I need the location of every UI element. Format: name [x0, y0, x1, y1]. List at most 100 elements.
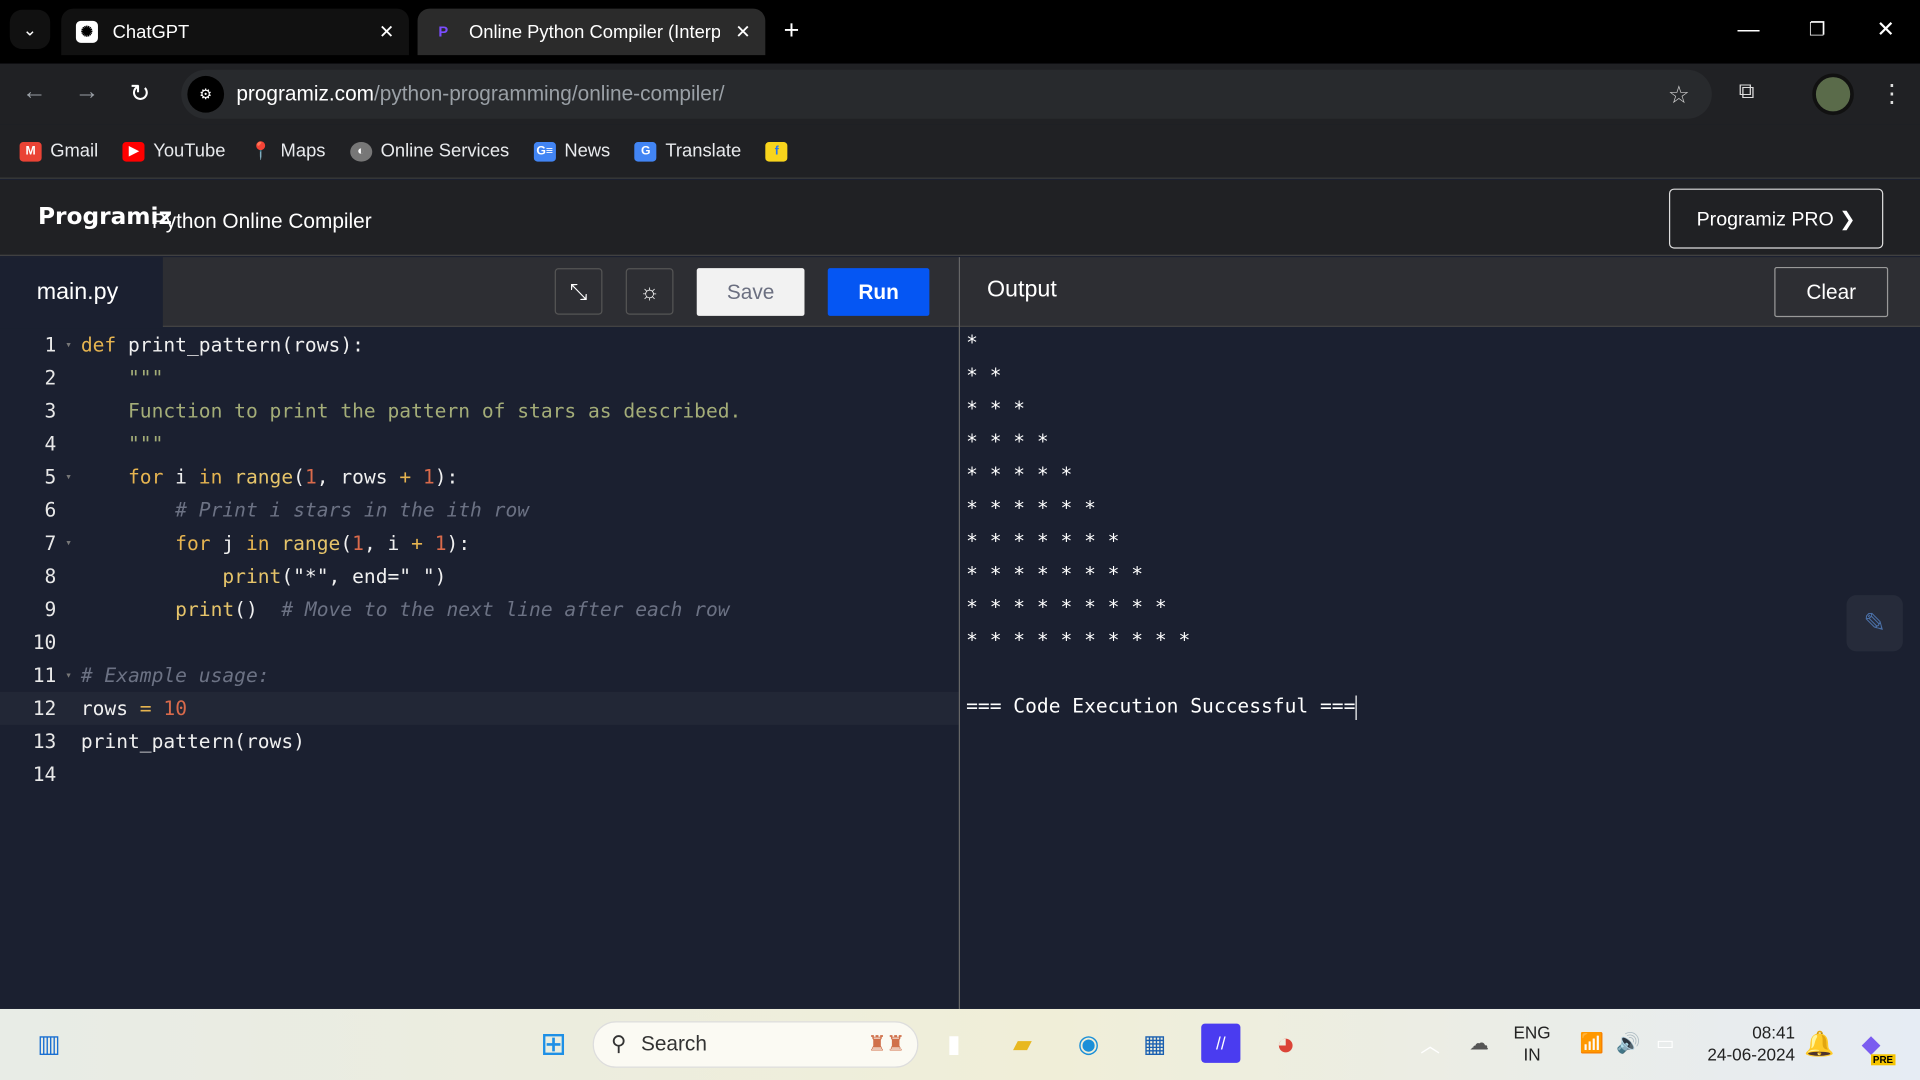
restore-button[interactable]: ❐: [1783, 0, 1852, 59]
close-window-button[interactable]: ✕: [1851, 0, 1920, 59]
fold-arrow-icon[interactable]: ▾: [56, 471, 80, 483]
fold-arrow-icon[interactable]: ▾: [56, 669, 80, 681]
bookmark-star-icon[interactable]: ☆: [1668, 79, 1690, 110]
tab-programiz[interactable]: P Online Python Compiler (Interpr ✕: [417, 8, 766, 56]
forward-button[interactable]: →: [75, 78, 99, 106]
file-explorer-icon[interactable]: ▰: [1003, 1024, 1042, 1063]
code-token: 1: [304, 465, 317, 489]
code-line[interactable]: 2 """: [0, 361, 959, 394]
code-token: 1: [352, 531, 364, 555]
extensions-icon[interactable]: ⧉: [1739, 78, 1755, 104]
theme-toggle-button[interactable]: ☼: [625, 268, 674, 315]
code-token: +: [399, 465, 423, 489]
language-indicator[interactable]: ENG IN: [1513, 1021, 1550, 1065]
close-tab-icon[interactable]: ✕: [735, 21, 750, 43]
chatgpt-icon: ✺: [75, 20, 98, 43]
chrome-icon[interactable]: ◕: [1266, 1024, 1305, 1063]
programiz-pro-button[interactable]: Programiz PRO ❯: [1668, 188, 1884, 249]
profile-avatar[interactable]: [1812, 73, 1854, 116]
code-line[interactable]: 3 Function to print the pattern of stars…: [0, 394, 959, 427]
code-line[interactable]: 5 ▾ for i in range(1, rows + 1):: [0, 460, 959, 493]
code-line[interactable]: 4 """: [0, 427, 959, 460]
bookmark-translate[interactable]: G Translate: [634, 141, 741, 162]
sun-icon: ☼: [639, 278, 660, 304]
dev-app-icon[interactable]: //: [1201, 1023, 1241, 1063]
edge-icon[interactable]: ◉: [1069, 1024, 1108, 1063]
bookmark-youtube[interactable]: ▶ YouTube: [122, 140, 226, 162]
file-tab-main-py[interactable]: main.py: [0, 257, 163, 329]
copilot-icon[interactable]: ◆ PRE: [1851, 1024, 1896, 1066]
line-number: 3: [44, 399, 57, 423]
code-token: (): [234, 597, 282, 621]
floating-pen-icon[interactable]: ✎: [1846, 595, 1903, 652]
code-line[interactable]: 14: [0, 758, 959, 791]
code-line[interactable]: 10: [0, 626, 959, 659]
close-tab-icon[interactable]: ✕: [379, 21, 394, 43]
battery-icon[interactable]: ▭: [1646, 1024, 1685, 1063]
tab-search-button[interactable]: ⌄: [9, 9, 51, 49]
wifi-icon[interactable]: 📶: [1572, 1024, 1611, 1063]
code-token: rows: [80, 696, 140, 721]
widgets-icon[interactable]: ▥: [29, 1024, 68, 1063]
bookmark-flipkart[interactable]: f: [765, 141, 788, 162]
taskbar-search[interactable]: ⚲ Search ♜♜: [592, 1021, 919, 1068]
pane-divider[interactable]: [958, 257, 961, 1009]
code-line[interactable]: 11 ▾ # Example usage:: [0, 659, 959, 692]
bookmark-maps[interactable]: 📍 Maps: [250, 141, 325, 162]
code-line[interactable]: 8 print("*", end=" "): [0, 560, 959, 593]
code-line[interactable]: 9 print() # Move to the next line after …: [0, 593, 959, 626]
code-line[interactable]: 6 # Print i stars in the ith row: [0, 493, 959, 526]
bookmark-gmail[interactable]: M Gmail: [19, 141, 98, 162]
code-line[interactable]: 12 rows = 10: [0, 691, 959, 725]
address-bar[interactable]: ⚙ programiz.com/python-programming/onlin…: [181, 69, 1712, 119]
code-line[interactable]: 13 print_pattern(rows): [0, 725, 959, 758]
text-cursor: [1355, 694, 1357, 720]
clock[interactable]: 08:41 24-06-2024: [1697, 1021, 1795, 1065]
code-token: """: [80, 432, 164, 456]
bookmark-label: YouTube: [153, 140, 226, 162]
url-domain: programiz.com: [236, 82, 374, 106]
code-line[interactable]: 7 ▾ for j in range(1, i + 1):: [0, 527, 959, 560]
run-button[interactable]: Run: [827, 268, 930, 316]
code-token: # Move to the next line after each row: [281, 597, 730, 621]
microsoft-store-icon[interactable]: ▦: [1135, 1024, 1174, 1063]
windows-start-icon[interactable]: ⊞: [534, 1024, 573, 1063]
code-token: print: [80, 597, 235, 621]
search-icon: ⚲: [611, 1032, 627, 1056]
code-text: print() # Move to the next line after ea…: [80, 597, 730, 621]
code-token: =: [139, 696, 164, 721]
site-settings-icon[interactable]: ⚙: [187, 75, 225, 113]
fullscreen-exit-button[interactable]: ⤡: [554, 268, 603, 315]
code-line[interactable]: 1 ▾ def print_pattern(rows):: [0, 328, 959, 361]
onedrive-paused-icon[interactable]: ☁: [1460, 1024, 1499, 1063]
line-number: 14: [32, 762, 57, 787]
code-token: print_pattern(rows):: [127, 333, 364, 357]
search-placeholder: Search: [640, 1032, 707, 1056]
save-button[interactable]: Save: [696, 268, 805, 316]
show-hidden-icons-chevron-icon[interactable]: ︿: [1411, 1024, 1450, 1063]
task-view-icon[interactable]: ▮: [934, 1024, 973, 1063]
fold-arrow-icon[interactable]: ▾: [56, 537, 80, 549]
tab-title: Online Python Compiler (Interpr: [468, 21, 721, 43]
bookmark-news[interactable]: G≡ News: [533, 141, 610, 162]
line-number: 12: [32, 696, 57, 721]
copilot-badge: PRE: [1870, 1054, 1896, 1066]
menu-kebab-icon[interactable]: ⋮: [1880, 78, 1904, 109]
code-token: , rows: [316, 465, 400, 489]
programiz-icon: P: [438, 23, 449, 41]
code-token: , i: [363, 531, 412, 555]
fold-arrow-icon[interactable]: ▾: [56, 339, 80, 351]
notification-bell-icon[interactable]: 🔔: [1800, 1024, 1839, 1063]
output-line: * *: [966, 361, 1920, 394]
back-button[interactable]: ←: [22, 78, 46, 106]
volume-icon[interactable]: 🔊: [1609, 1024, 1648, 1063]
clear-button[interactable]: Clear: [1774, 266, 1889, 318]
code-editor[interactable]: 1 ▾ def print_pattern(rows): 2 """ 3 Functio…: [0, 328, 959, 1009]
new-tab-button[interactable]: +: [784, 15, 800, 47]
url-path: /python-programming/online-compiler/: [373, 82, 725, 106]
tab-chatgpt[interactable]: ✺ ChatGPT ✕: [61, 8, 409, 56]
code-token: in: [198, 465, 235, 489]
reload-button[interactable]: ↻: [130, 78, 151, 109]
bookmark-online-services[interactable]: ◐ Online Services: [349, 141, 509, 162]
minimize-button[interactable]: —: [1714, 0, 1783, 59]
